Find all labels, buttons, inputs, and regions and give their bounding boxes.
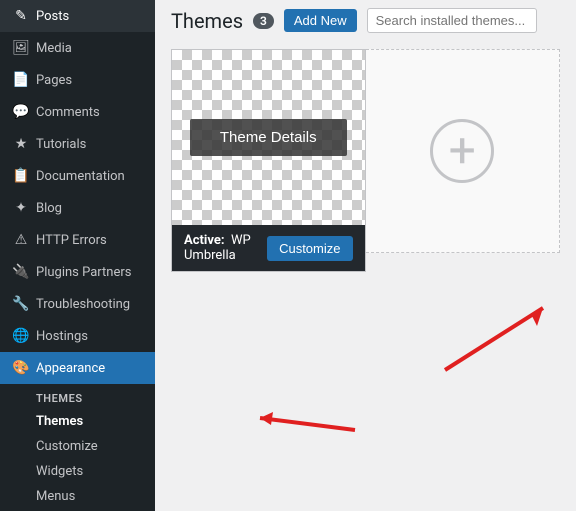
add-new-button[interactable]: Add New — [284, 9, 357, 32]
sidebar-item-label: Plugins Partners — [36, 265, 131, 280]
sidebar-item-label: Hostings — [36, 329, 88, 344]
sidebar-item-plugins-partners[interactable]: 🔌 Plugins Partners — [0, 256, 155, 288]
main-header: Themes 3 Add New — [155, 0, 576, 41]
comments-icon: 💬 — [12, 104, 30, 120]
submenu-customize-label: Customize — [36, 439, 98, 454]
media-icon: 🖼 — [12, 40, 30, 56]
sidebar-sub-item-customize[interactable]: Customize — [0, 434, 155, 459]
add-theme-card[interactable]: + — [366, 49, 561, 253]
documentation-icon: 📋 — [12, 168, 30, 184]
main-content: Themes 3 Add New Theme Details Active: W… — [155, 0, 576, 511]
sidebar-submenu-appearance: Themes Themes Customize Widgets Menus Th… — [0, 384, 155, 511]
sidebar-item-troubleshooting[interactable]: 🔧 Troubleshooting — [0, 288, 155, 320]
theme-grid: Theme Details Active: WP Umbrella Custom… — [155, 41, 576, 280]
sidebar-item-appearance[interactable]: 🎨 Appearance — [0, 352, 155, 384]
sidebar-item-label: Media — [36, 41, 72, 56]
active-label: Active: — [184, 233, 225, 248]
theme-preview: Theme Details — [172, 50, 365, 225]
sidebar-sub-item-themes[interactable]: Themes — [0, 409, 155, 434]
sidebar-item-label: Appearance — [36, 361, 105, 376]
sidebar-item-label: Comments — [36, 105, 100, 120]
submenu-section-title: Themes — [0, 384, 155, 409]
sidebar-item-media[interactable]: 🖼 Media — [0, 32, 155, 64]
tutorials-icon: ★ — [12, 136, 30, 152]
themes-count-badge: 3 — [253, 13, 274, 29]
theme-details-button[interactable]: Theme Details — [190, 119, 347, 156]
sidebar-item-label: Troubleshooting — [36, 297, 130, 312]
sidebar-item-pages[interactable]: 📄 Pages — [0, 64, 155, 96]
sidebar-item-hostings[interactable]: 🌐 Hostings — [0, 320, 155, 352]
arrow-to-customize — [445, 308, 543, 370]
active-theme-card: Theme Details Active: WP Umbrella Custom… — [171, 49, 366, 272]
troubleshooting-icon: 🔧 — [12, 296, 30, 312]
sidebar-sub-item-widgets[interactable]: Widgets — [0, 459, 155, 484]
sidebar-item-label: Documentation — [36, 169, 125, 184]
sidebar-item-label: Blog — [36, 201, 62, 216]
sidebar-item-label: Tutorials — [36, 137, 86, 152]
hostings-icon: 🌐 — [12, 328, 30, 344]
arrow-to-sidebar-customize — [260, 412, 355, 430]
blog-icon: ✦ — [12, 200, 30, 216]
submenu-widgets-label: Widgets — [36, 464, 83, 479]
http-errors-icon: ⚠ — [12, 232, 30, 248]
pages-icon: 📄 — [12, 72, 30, 88]
sidebar-item-http-errors[interactable]: ⚠ HTTP Errors — [0, 224, 155, 256]
sidebar-item-blog[interactable]: ✦ Blog — [0, 192, 155, 224]
sidebar-item-label: Pages — [36, 73, 72, 88]
submenu-menus-label: Menus — [36, 489, 75, 504]
sidebar-item-posts[interactable]: ✎ Posts — [0, 0, 155, 32]
page-title: Themes — [171, 9, 243, 33]
active-theme-footer: Active: WP Umbrella Customize — [172, 225, 365, 271]
sidebar-item-label: HTTP Errors — [36, 233, 107, 248]
active-theme-name: Active: WP Umbrella — [184, 233, 267, 263]
sidebar-item-label: Posts — [36, 9, 69, 24]
appearance-icon: 🎨 — [12, 360, 30, 376]
sidebar-item-documentation[interactable]: 📋 Documentation — [0, 160, 155, 192]
customize-button[interactable]: Customize — [267, 236, 352, 261]
sidebar: ✎ Posts 🖼 Media 📄 Pages 💬 Comments ★ Tut… — [0, 0, 155, 511]
submenu-themes-label: Themes — [36, 414, 83, 429]
plugins-partners-icon: 🔌 — [12, 264, 30, 280]
sidebar-item-comments[interactable]: 💬 Comments — [0, 96, 155, 128]
add-theme-icon: + — [430, 119, 494, 183]
search-input[interactable] — [367, 8, 537, 33]
sidebar-item-tutorials[interactable]: ★ Tutorials — [0, 128, 155, 160]
sidebar-sub-item-menus[interactable]: Menus — [0, 484, 155, 509]
posts-icon: ✎ — [12, 8, 30, 24]
